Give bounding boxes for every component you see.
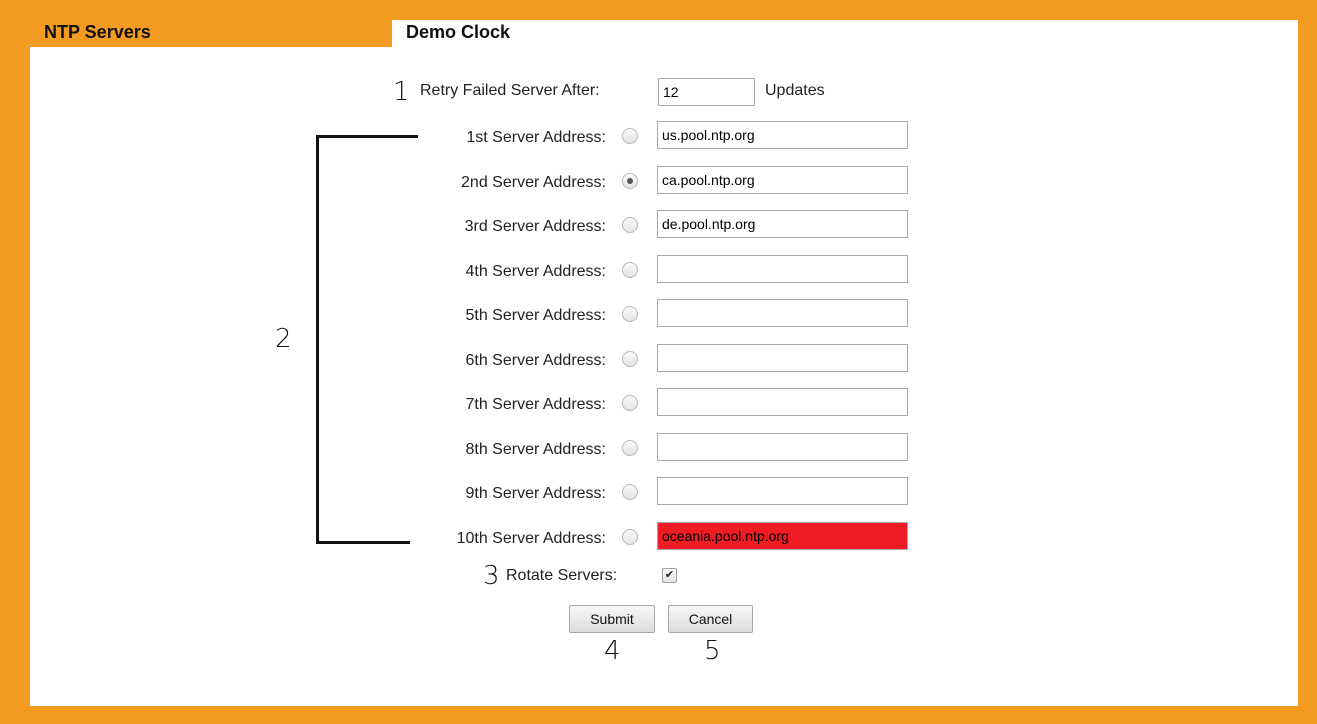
callout-2: 2 (275, 324, 292, 354)
server-5-address-input[interactable] (657, 299, 908, 327)
rotate-checkbox[interactable]: ✔ (662, 568, 677, 583)
server-6-address-input[interactable] (657, 344, 908, 372)
server-7-address-input[interactable] (657, 388, 908, 416)
retry-label: Retry Failed Server After: (420, 82, 600, 99)
server-2-label: 2nd Server Address: (461, 174, 606, 191)
tab-demo-clock[interactable]: Demo Clock (406, 22, 510, 43)
server-10-address-input[interactable] (657, 522, 908, 550)
retry-unit-label: Updates (765, 82, 825, 99)
server-6-label: 6th Server Address: (465, 352, 606, 369)
server-9-address-input[interactable] (657, 477, 908, 505)
server-4-address-input[interactable] (657, 255, 908, 283)
server-10-radio[interactable] (622, 529, 638, 545)
server-1-radio[interactable] (622, 128, 638, 144)
server-8-radio[interactable] (622, 440, 638, 456)
server-3-radio[interactable] (622, 217, 638, 233)
server-2-address-input[interactable] (657, 166, 908, 194)
server-2-radio[interactable] (622, 173, 638, 189)
cancel-button[interactable]: Cancel (668, 605, 753, 633)
rotate-label: Rotate Servers: (506, 567, 618, 584)
server-4-label: 4th Server Address: (465, 263, 606, 280)
server-8-label: 8th Server Address: (465, 441, 606, 458)
bracket-top (316, 135, 418, 138)
callout-3: 3 (483, 561, 500, 591)
retry-input[interactable] (658, 78, 755, 106)
server-9-radio[interactable] (622, 484, 638, 500)
bracket-line (316, 135, 319, 544)
server-1-address-input[interactable] (657, 121, 908, 149)
server-10-label: 10th Server Address: (456, 530, 606, 547)
server-5-label: 5th Server Address: (465, 307, 606, 324)
bracket-bottom (316, 541, 410, 544)
server-7-label: 7th Server Address: (465, 396, 606, 413)
tab-ntp-servers[interactable]: NTP Servers (44, 22, 151, 43)
submit-button[interactable]: Submit (569, 605, 655, 633)
server-1-label: 1st Server Address: (466, 129, 606, 146)
server-3-label: 3rd Server Address: (464, 218, 606, 235)
server-4-radio[interactable] (622, 262, 638, 278)
server-8-address-input[interactable] (657, 433, 908, 461)
server-3-address-input[interactable] (657, 210, 908, 238)
server-6-radio[interactable] (622, 351, 638, 367)
server-5-radio[interactable] (622, 306, 638, 322)
server-7-radio[interactable] (622, 395, 638, 411)
callout-5: 5 (704, 636, 721, 666)
server-9-label: 9th Server Address: (465, 485, 606, 502)
callout-4: 4 (604, 636, 621, 666)
callout-1: 1 (393, 77, 410, 107)
